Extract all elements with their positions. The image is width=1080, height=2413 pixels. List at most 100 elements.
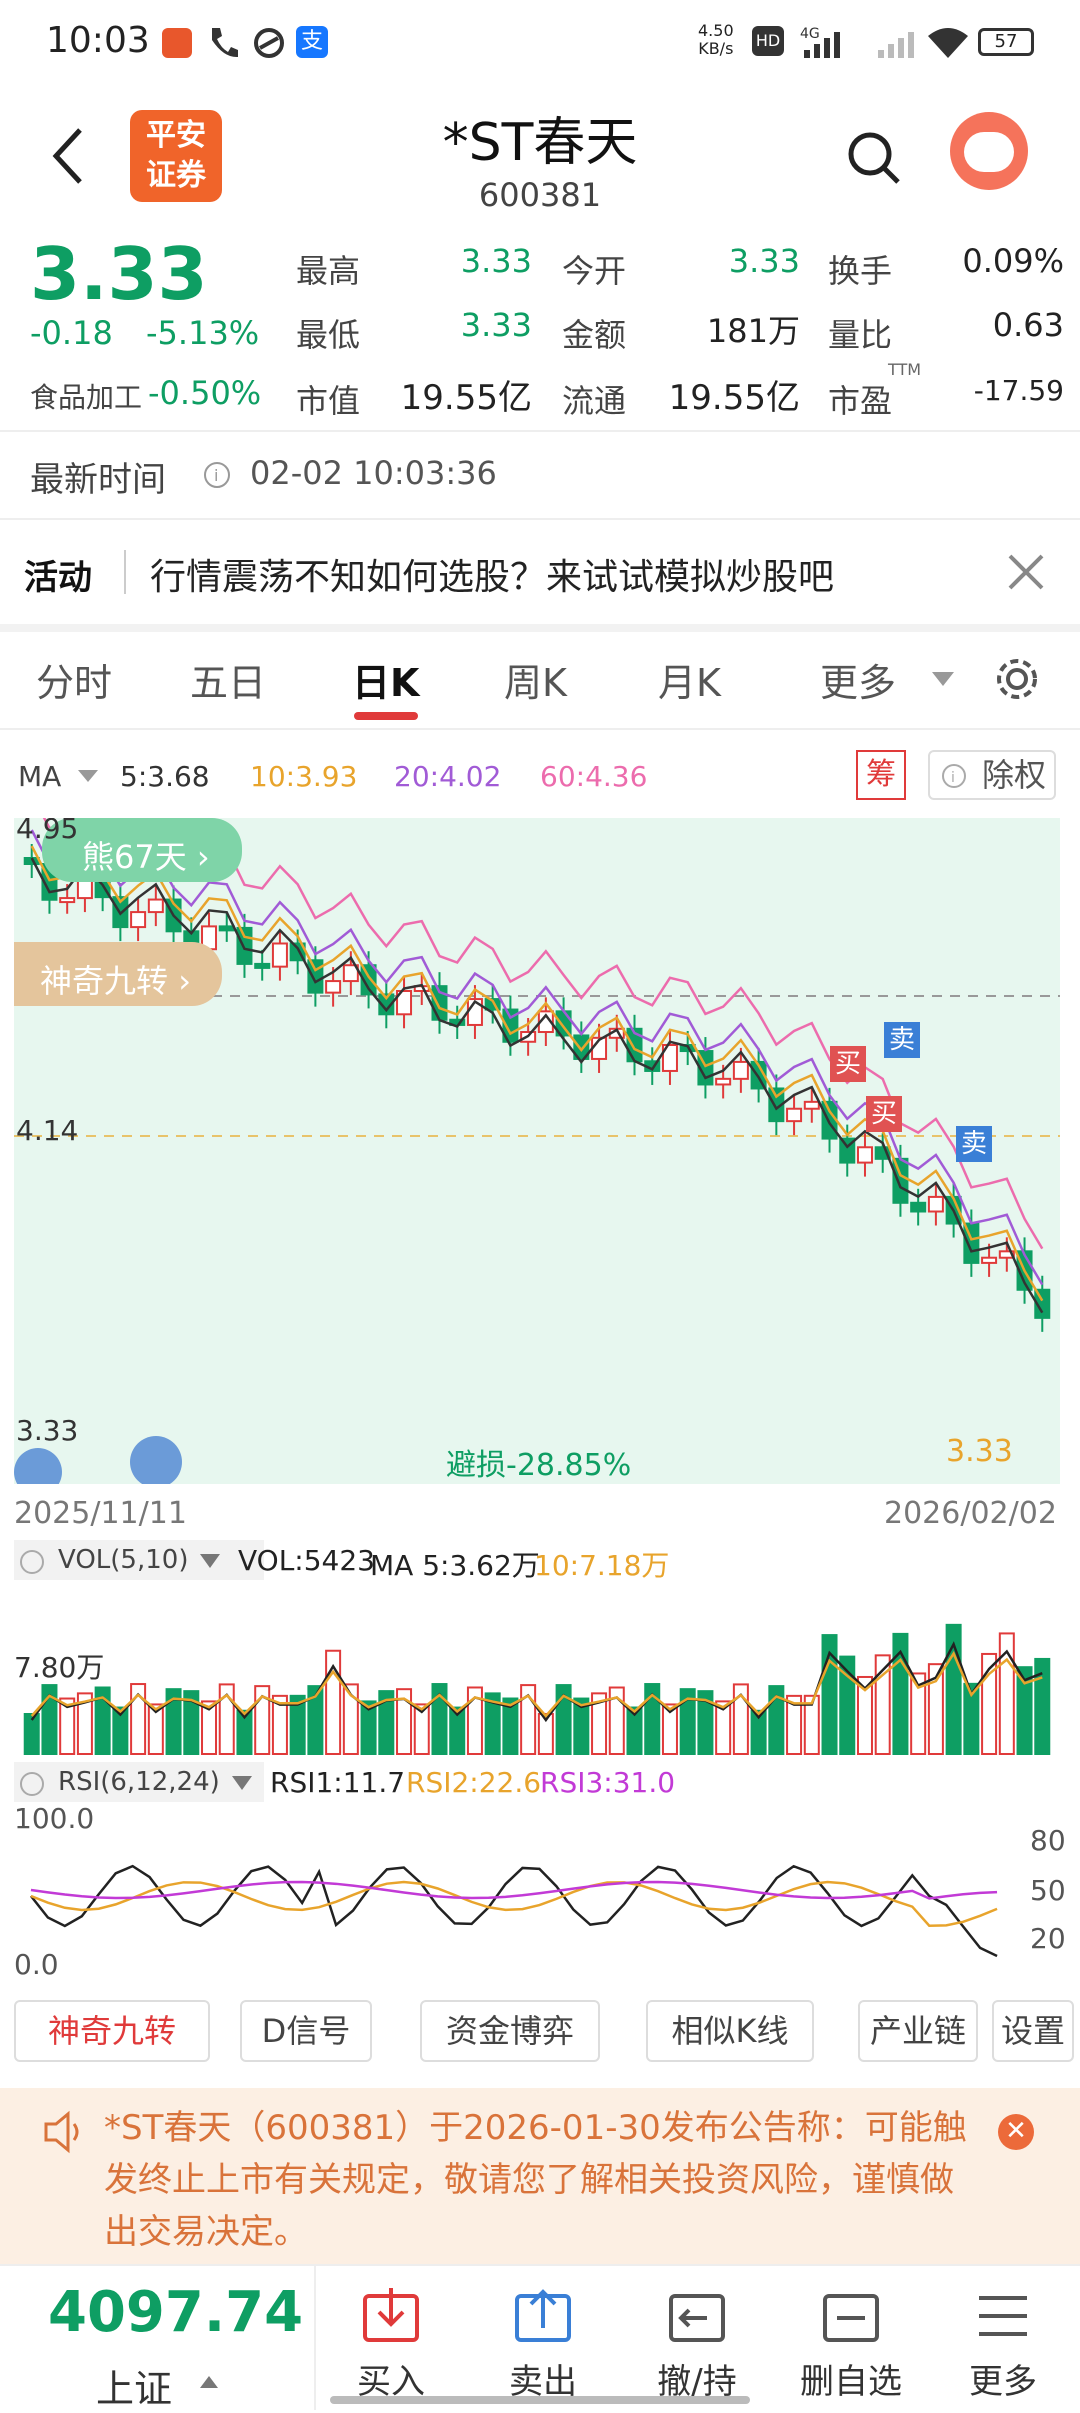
vol-ratio-label: 量比 — [828, 316, 893, 354]
risk-notice: *ST春天（600381）于2026-01-30发布公告称：可能触发终止上市有关… — [0, 2088, 1080, 2264]
app-notification-icon — [162, 28, 192, 58]
candle-body — [307, 959, 324, 994]
d-signal-button[interactable]: D信号 — [240, 2000, 372, 2062]
assistant-avatar[interactable] — [950, 112, 1028, 190]
rsi1-value: RSI1:11.7 — [270, 1766, 406, 1799]
candle-body — [236, 926, 253, 965]
rsi-tick-20: 20 — [1030, 1922, 1066, 1955]
candle-body — [59, 897, 76, 904]
index-name[interactable]: 上证 — [96, 2358, 172, 2413]
notice-text: *ST春天（600381）于2026-01-30发布公告称：可能触发终止上市有关… — [104, 2108, 967, 2252]
gear-icon[interactable] — [992, 654, 1042, 704]
update-time: 02-02 10:03:36 — [250, 454, 497, 492]
top-price: 4.95 — [16, 818, 79, 845]
tab-more[interactable]: 更多 — [820, 652, 896, 707]
industry-chain-button[interactable]: 产业链 — [858, 2000, 978, 2062]
ma-label[interactable]: MA — [18, 760, 61, 793]
signal-icon — [878, 32, 914, 58]
current-price: 3.33 — [30, 232, 208, 316]
close-icon[interactable] — [1006, 552, 1046, 592]
svg-text:i: i — [214, 466, 218, 485]
bottom-bar: 4097.74 上证 买入 卖出 撤/持 删自选 更多 — [0, 2264, 1080, 2411]
turnover-value: 0.09% — [962, 242, 1064, 280]
mid-price: 4.14 — [16, 1114, 79, 1147]
candle-body — [218, 925, 235, 932]
chevron-down-icon[interactable] — [198, 1552, 222, 1570]
vol-ma5: MA 5:3.62万 — [370, 1549, 540, 1582]
low-price: 3.33 — [16, 1414, 79, 1447]
ma5-value: 5:3.68 — [120, 760, 210, 793]
stock-name: *ST春天 — [442, 113, 638, 173]
wifi-icon — [928, 28, 968, 58]
remove-icon — [823, 2294, 879, 2342]
buy-signal[interactable]: 买 — [830, 1046, 866, 1082]
broker-logo[interactable]: 平安 证券 — [130, 110, 222, 202]
ma-legend: MA 5:3.68 10:3.93 20:4.02 60:4.36 筹 除权 i — [0, 750, 1080, 804]
sync-icon — [254, 28, 284, 58]
close-icon[interactable]: ✕ — [998, 2114, 1034, 2150]
chevron-down-icon[interactable] — [230, 1774, 254, 1792]
chart-tabs: 分时 五日 日K 周K 月K 更多 — [0, 630, 1080, 730]
rsi-indicator-selector[interactable]: RSI(6,12,24) — [14, 1762, 264, 1802]
rsi-tick-50: 50 — [1030, 1874, 1066, 1907]
high-value: 3.33 — [460, 242, 532, 280]
tab-weekly-k[interactable]: 周K — [504, 652, 567, 707]
rsi-chart — [29, 1864, 998, 1958]
promo-tag: 活动 — [24, 558, 92, 598]
tab-daily-k[interactable]: 日K — [352, 652, 419, 707]
fund-game-button[interactable]: 资金博弈 — [420, 2000, 600, 2062]
ma60-value: 60:4.36 — [540, 760, 648, 793]
similar-k-button[interactable]: 相似K线 — [646, 2000, 814, 2062]
nine-turn-pill[interactable]: 神奇九转 › — [14, 942, 222, 1006]
candle-body — [821, 1100, 838, 1140]
sell-signal[interactable]: 卖 — [884, 1022, 920, 1058]
phone-icon — [212, 28, 238, 58]
vol-ma10: 10:7.18万 — [534, 1549, 670, 1582]
pe-label: 市盈 — [828, 382, 893, 420]
info-icon — [20, 1772, 44, 1796]
promo-text[interactable]: 行情震荡不知如何选股？来试试模拟炒股吧 — [150, 548, 834, 600]
svg-text:i: i — [951, 770, 955, 786]
last-price-label: 3.33 — [946, 1434, 1013, 1469]
start-date: 2025/11/11 — [14, 1496, 187, 1531]
index-value[interactable]: 4097.74 — [48, 2280, 303, 2345]
ma-dropdown-icon[interactable] — [76, 768, 100, 784]
ma10-line — [30, 845, 1044, 1302]
settings-button[interactable]: 设置 — [992, 2000, 1074, 2062]
candle-body — [732, 1060, 749, 1080]
info-icon[interactable]: i — [202, 460, 232, 490]
sector-pct: -0.50% — [148, 374, 262, 412]
candle-body — [786, 1107, 803, 1123]
back-icon[interactable] — [48, 126, 88, 186]
rsi-tick-80: 80 — [1030, 1824, 1066, 1857]
float-label: 流通 — [562, 382, 627, 420]
sector-name[interactable]: 食品加工 — [30, 376, 142, 416]
vol-indicator-selector[interactable]: VOL(5,10) — [14, 1540, 264, 1580]
chevron-up-icon[interactable] — [198, 2374, 220, 2390]
chip-button[interactable]: 筹 — [856, 750, 906, 800]
cancel-icon — [669, 2294, 725, 2342]
sell-signal[interactable]: 卖 — [956, 1126, 992, 1162]
buy-signal[interactable]: 买 — [866, 1096, 902, 1132]
fullscreen-icon[interactable] — [130, 1436, 182, 1484]
stop-loss-label: 避损-28.85% — [446, 1448, 632, 1483]
float-value: 19.55亿 — [668, 378, 800, 418]
tab-intraday[interactable]: 分时 — [36, 652, 112, 707]
tab-five-day[interactable]: 五日 — [190, 652, 266, 707]
kline-chart[interactable]: 熊67天 › 神奇九转 › 4.95 4.14 3.33 避损-28.85% 3… — [14, 818, 1060, 1484]
low-label: 最低 — [296, 316, 361, 354]
signal-4g-icon: 4G — [800, 26, 840, 58]
open-label: 今开 — [562, 252, 627, 290]
alipay-icon: 支 — [296, 26, 328, 58]
tab-monthly-k[interactable]: 月K — [658, 652, 721, 707]
sell-icon — [515, 2289, 571, 2342]
chevron-down-icon[interactable] — [930, 670, 956, 690]
hd-icon: HD — [752, 26, 784, 56]
search-icon[interactable] — [846, 130, 902, 186]
price-change: -0.18 — [30, 314, 113, 352]
promo-banner[interactable]: 活动 行情震荡不知如何选股？来试试模拟炒股吧 — [0, 520, 1080, 624]
rsi1-line — [29, 1864, 998, 1958]
info-icon: i — [942, 764, 966, 788]
nine-turn-button[interactable]: 神奇九转 — [14, 2000, 210, 2062]
stock-code: 600381 — [478, 176, 602, 214]
